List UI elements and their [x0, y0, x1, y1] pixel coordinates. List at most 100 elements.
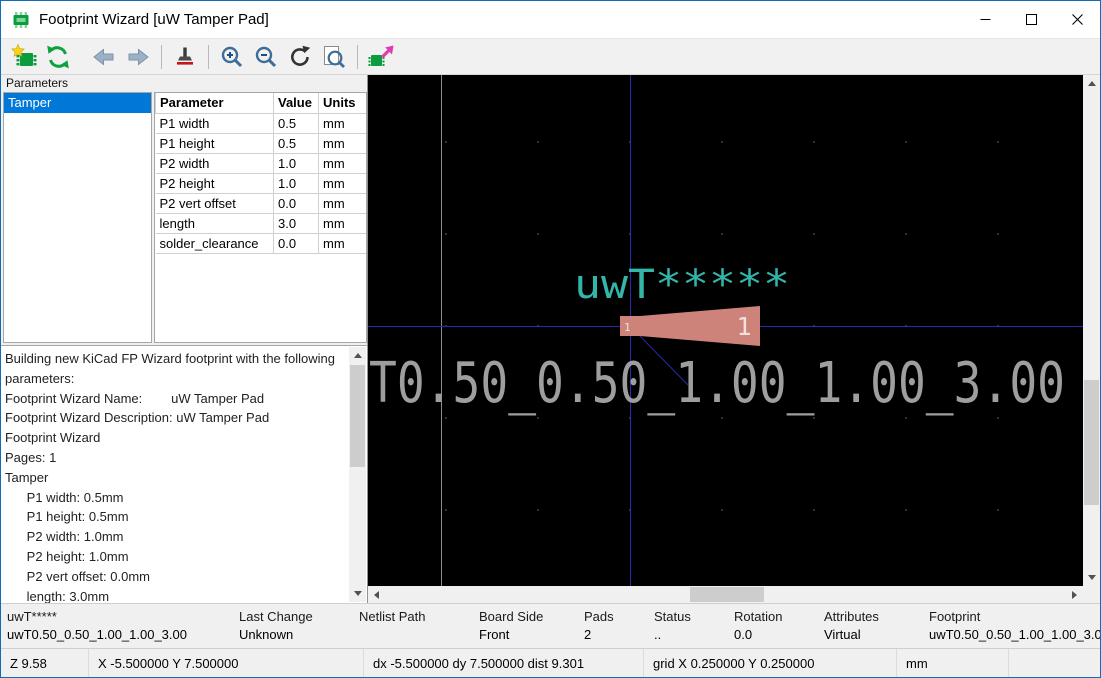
message-scroll-thumb[interactable]	[350, 365, 365, 467]
insert-footprint-board-icon	[368, 44, 394, 70]
param-value-cell[interactable]: 0.0	[274, 233, 319, 253]
param-value-cell[interactable]: 0.5	[274, 113, 319, 133]
insert-to-board-button[interactable]	[366, 42, 396, 72]
export-footprint-button[interactable]	[170, 42, 200, 72]
arrow-right-icon	[125, 44, 151, 70]
param-value-cell[interactable]: 1.0	[274, 153, 319, 173]
footprint-canvas[interactable]: 1 1 uwT***** T0.50_0.50_1.00_1.00_3.00	[368, 75, 1083, 586]
param-units-cell: mm	[319, 193, 367, 213]
param-name-cell: P1 height	[156, 133, 274, 153]
previous-page-button[interactable]	[89, 42, 119, 72]
param-value-cell[interactable]: 0.0	[274, 193, 319, 213]
info-field-name: uwT***** uwT0.50_0.50_1.00_1.00_3.00	[1, 604, 233, 648]
info-field-attributes: Attributes Virtual	[818, 604, 923, 648]
close-button[interactable]	[1054, 1, 1100, 38]
maximize-button[interactable]	[1008, 1, 1054, 38]
toolbar-separator	[357, 45, 358, 69]
param-column-header: Parameter	[156, 93, 274, 113]
scroll-down-arrow[interactable]	[349, 585, 366, 602]
canvas-vscroll-thumb[interactable]	[1084, 380, 1099, 505]
scroll-up-arrow[interactable]	[1083, 75, 1100, 92]
select-wizard-button[interactable]	[9, 42, 39, 72]
toolbar-separator	[208, 45, 209, 69]
param-row: length 3.0 mm	[156, 213, 367, 233]
param-value-cell[interactable]: 0.5	[274, 133, 319, 153]
export-footprint-icon	[172, 44, 198, 70]
message-scrollbar[interactable]	[349, 347, 366, 602]
zoom-in-button[interactable]	[217, 42, 247, 72]
window-controls	[962, 1, 1100, 38]
silkscreen-reference-text: uwT*****	[574, 262, 790, 308]
message-lines: Building new KiCad FP Wizard footprint w…	[1, 346, 367, 603]
zoom-out-icon	[253, 44, 279, 70]
redraw-icon	[287, 44, 313, 70]
message-line: P1 height: 0.5mm	[5, 507, 345, 527]
footprint-value-text: T0.50_0.50_1.00_1.00_3.00	[369, 351, 1065, 416]
param-row: P1 height 0.5 mm	[156, 133, 367, 153]
footprint-drawing: 1 1 uwT***** T0.50_0.50_1.00_1.00_3.00	[368, 75, 1083, 586]
main-toolbar	[1, 38, 1100, 75]
toolbar-separator	[161, 45, 162, 69]
zoom-out-button[interactable]	[251, 42, 281, 72]
canvas-hscroll-thumb[interactable]	[690, 587, 764, 602]
info-field-footprint: Footprint uwT0.50_0.50_1.00_1.00_3.0	[923, 604, 1100, 648]
zoom-fit-icon	[321, 44, 347, 70]
page-list-item[interactable]: Tamper	[4, 93, 151, 113]
param-column-header: Units	[319, 93, 367, 113]
message-line: P2 width: 1.0mm	[5, 527, 345, 547]
scroll-right-arrow[interactable]	[1066, 586, 1083, 603]
canvas-vertical-scrollbar[interactable]	[1083, 75, 1100, 586]
main-area: Parameters Tamper Par	[1, 75, 1100, 603]
close-icon	[1072, 14, 1083, 25]
footprint-wizard-window: Footprint Wizard [uW Tamper Pad]	[0, 0, 1101, 678]
arrow-left-icon	[91, 44, 117, 70]
scroll-up-arrow[interactable]	[349, 347, 366, 364]
param-name-cell: solder_clearance	[156, 233, 274, 253]
zoom-fit-button[interactable]	[319, 42, 349, 72]
canvas-horizontal-scrollbar[interactable]	[368, 586, 1083, 603]
maximize-icon	[1026, 14, 1037, 25]
param-name-cell: length	[156, 213, 274, 233]
param-units-cell: mm	[319, 213, 367, 233]
message-line: Pages: 1	[5, 448, 345, 468]
param-row: P1 width 0.5 mm	[156, 113, 367, 133]
pad-2-number: 1	[736, 312, 751, 341]
info-field-rotation: Rotation 0.0	[728, 604, 818, 648]
param-value-cell[interactable]: 1.0	[274, 173, 319, 193]
footprint-wizard-icon	[11, 44, 37, 70]
status-empty	[1009, 649, 1100, 677]
param-row: P2 vert offset 0.0 mm	[156, 193, 367, 213]
param-row: P2 width 1.0 mm	[156, 153, 367, 173]
message-line: P2 vert offset: 0.0mm	[5, 567, 345, 587]
redraw-view-button[interactable]	[285, 42, 315, 72]
status-relative-position: dx -5.500000 dy 7.500000 dist 9.301	[364, 649, 644, 677]
zoom-in-icon	[219, 44, 245, 70]
scroll-left-arrow[interactable]	[368, 586, 385, 603]
status-units: mm	[897, 649, 1009, 677]
param-row: solder_clearance 0.0 mm	[156, 233, 367, 253]
status-grid: grid X 0.250000 Y 0.250000	[644, 649, 897, 677]
pad-1-number: 1	[624, 321, 631, 334]
parameters-body: Tamper ParameterValueUnits	[1, 92, 367, 343]
param-column-header: Value	[274, 93, 319, 113]
reload-wizard-button[interactable]	[43, 42, 73, 72]
app-icon	[11, 10, 31, 30]
message-line: P2 height: 1.0mm	[5, 547, 345, 567]
scroll-down-arrow[interactable]	[1083, 569, 1100, 586]
status-bar: Z 9.58 X -5.500000 Y 7.500000 dx -5.5000…	[1, 648, 1100, 677]
status-zoom: Z 9.58	[1, 649, 89, 677]
wizard-page-list: Tamper	[3, 92, 152, 343]
message-line: P1 width: 0.5mm	[5, 488, 345, 508]
param-row: P2 height 1.0 mm	[156, 173, 367, 193]
message-line: Footprint Wizard Description: uW Tamper …	[5, 408, 345, 428]
next-page-button[interactable]	[123, 42, 153, 72]
message-line: Footprint Wizard Name: uW Tamper Pad	[5, 389, 345, 409]
parameters-header: Parameters	[1, 75, 367, 92]
refresh-icon	[45, 44, 71, 70]
param-value-cell[interactable]: 3.0	[274, 213, 319, 233]
minimize-button[interactable]	[962, 1, 1008, 38]
message-line: length: 3.0mm	[5, 587, 345, 603]
param-name-cell: P2 vert offset	[156, 193, 274, 213]
parameter-table: ParameterValueUnits P1 width 0.5 mm	[154, 92, 367, 343]
info-field-pads: Pads 2	[578, 604, 648, 648]
